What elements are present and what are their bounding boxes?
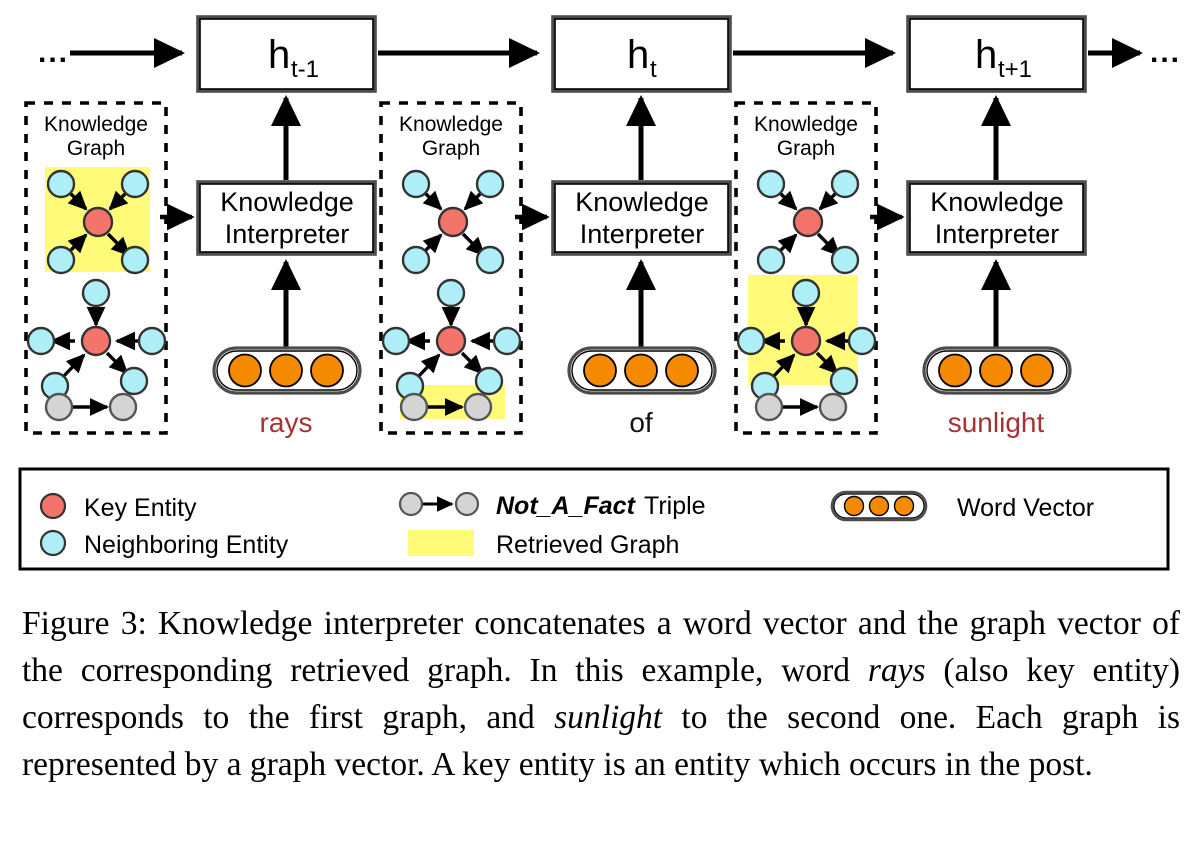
x-graph: [758, 171, 858, 273]
knowledge-interpreter-box-0: Knowledge Interpreter: [196, 180, 377, 256]
retrieved-graph-swatch-icon: [408, 530, 474, 556]
hidden-state-subscript: t+1: [998, 56, 1032, 83]
hidden-state-subscript: t: [650, 56, 657, 83]
interpreter-line1: Knowledge: [930, 187, 1064, 217]
legend-label-not-a-fact: Not_A_Fact: [496, 492, 637, 520]
interpreter-line2: Interpreter: [225, 219, 350, 249]
interpreter-line2: Interpreter: [935, 219, 1060, 249]
kg-title-line2: Graph: [67, 137, 125, 160]
legend: Key Entity Neighboring Entity Not_A_Fact…: [18, 467, 1170, 571]
word-label-0: rays: [260, 407, 313, 438]
knowledge-graph-panel-2: Knowledge Graph: [734, 101, 878, 435]
knowledge-interpreter-box-1: Knowledge Interpreter: [551, 180, 732, 256]
interpreter-line1: Knowledge: [575, 187, 709, 217]
hidden-state-box-0: h t-1: [196, 15, 377, 93]
knowledge-interpreter-box-2: Knowledge Interpreter: [906, 180, 1087, 256]
legend-label-neighboring-entity: Neighboring Entity: [84, 531, 289, 559]
hidden-state-label: h: [268, 33, 290, 77]
word-vector-1: [567, 346, 717, 395]
left-ellipsis: ...: [38, 36, 69, 69]
legend-label-triple-suffix: Triple: [644, 492, 706, 520]
hidden-state-box-1: h t: [551, 15, 732, 93]
kg-title-line2: Graph: [422, 137, 480, 160]
knowledge-graph-panel-1: Knowledge Graph: [379, 101, 523, 435]
key-entity-node-icon: [39, 492, 67, 520]
kg-title-line1: Knowledge: [44, 113, 148, 136]
interpreter-line2: Interpreter: [580, 219, 705, 249]
not-a-fact-triple: [756, 394, 846, 420]
figure-caption: Figure 3: Knowledge interpreter concaten…: [22, 600, 1180, 788]
figure-page: ... h t-1 h t h t+1 ... Knowledge Graph …: [0, 0, 1198, 858]
hidden-state-label: h: [975, 33, 997, 77]
word-vector-2: [922, 346, 1072, 395]
neighboring-entity-node-icon: [39, 529, 67, 557]
right-ellipsis: ...: [1150, 36, 1181, 69]
star-graph: [28, 280, 165, 399]
hidden-state-box-2: h t+1: [906, 15, 1087, 93]
not-a-fact-triple: [46, 394, 136, 420]
caption-italic-sunlight: sunlight: [554, 699, 663, 736]
hidden-state-subscript: t-1: [291, 56, 319, 83]
star-graph: [383, 280, 520, 399]
word-label-1: of: [629, 407, 653, 438]
word-label-2: sunlight: [948, 407, 1045, 438]
knowledge-graph-panel-0: Knowledge Graph: [24, 101, 168, 435]
knowledge-interpreter-diagram: ... h t-1 h t h t+1 ... Knowledge Graph …: [18, 15, 1181, 571]
legend-label-retrieved-graph: Retrieved Graph: [496, 531, 679, 559]
legend-label-word-vector: Word Vector: [957, 494, 1094, 522]
kg-title-line1: Knowledge: [754, 113, 858, 136]
caption-italic-rays: rays: [867, 652, 926, 689]
legend-label-key-entity: Key Entity: [84, 494, 197, 522]
interpreter-line1: Knowledge: [220, 187, 354, 217]
x-graph: [403, 171, 503, 273]
kg-title-line2: Graph: [777, 137, 835, 160]
word-vector-0: [212, 346, 362, 395]
kg-title-line1: Knowledge: [399, 113, 503, 136]
hidden-state-label: h: [627, 33, 649, 77]
word-vector-capsule-icon: [830, 490, 928, 522]
